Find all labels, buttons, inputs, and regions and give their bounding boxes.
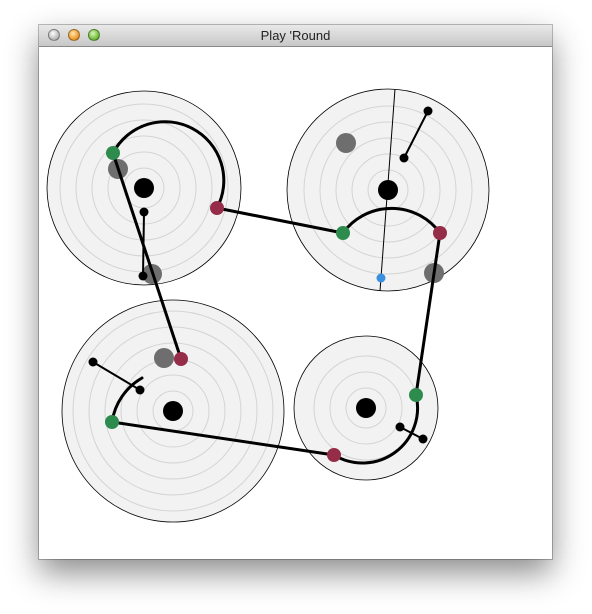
title-bar[interactable]: Play 'Round (39, 25, 552, 47)
disc-bottom-right-hub (356, 398, 376, 418)
end-node[interactable] (327, 448, 341, 462)
endpoint-dot[interactable] (88, 357, 98, 367)
start-node[interactable] (409, 388, 423, 402)
blue-marker[interactable] (376, 273, 386, 283)
app-window: Play 'Round (39, 25, 552, 559)
board-svg[interactable] (39, 47, 552, 559)
game-canvas[interactable] (39, 47, 552, 559)
ghost-marker (336, 133, 356, 153)
window-title: Play 'Round (260, 28, 331, 43)
start-node[interactable] (105, 415, 119, 429)
disc-bottom-left-hub (163, 401, 183, 421)
endpoint-dot[interactable] (423, 106, 433, 116)
stick (142, 211, 145, 277)
disc-top-left-hub (134, 178, 154, 198)
endpoint-dot[interactable] (135, 385, 145, 395)
end-node[interactable] (210, 201, 224, 215)
endpoint-dot[interactable] (395, 422, 405, 432)
start-node[interactable] (106, 146, 120, 160)
endpoint-dot[interactable] (139, 207, 149, 217)
end-node[interactable] (433, 226, 447, 240)
endpoint-dot[interactable] (138, 271, 148, 281)
start-node[interactable] (336, 226, 350, 240)
endpoint-dot[interactable] (399, 153, 409, 163)
endpoint-dot[interactable] (418, 434, 428, 444)
ghost-marker (154, 348, 174, 368)
end-node[interactable] (174, 352, 188, 366)
